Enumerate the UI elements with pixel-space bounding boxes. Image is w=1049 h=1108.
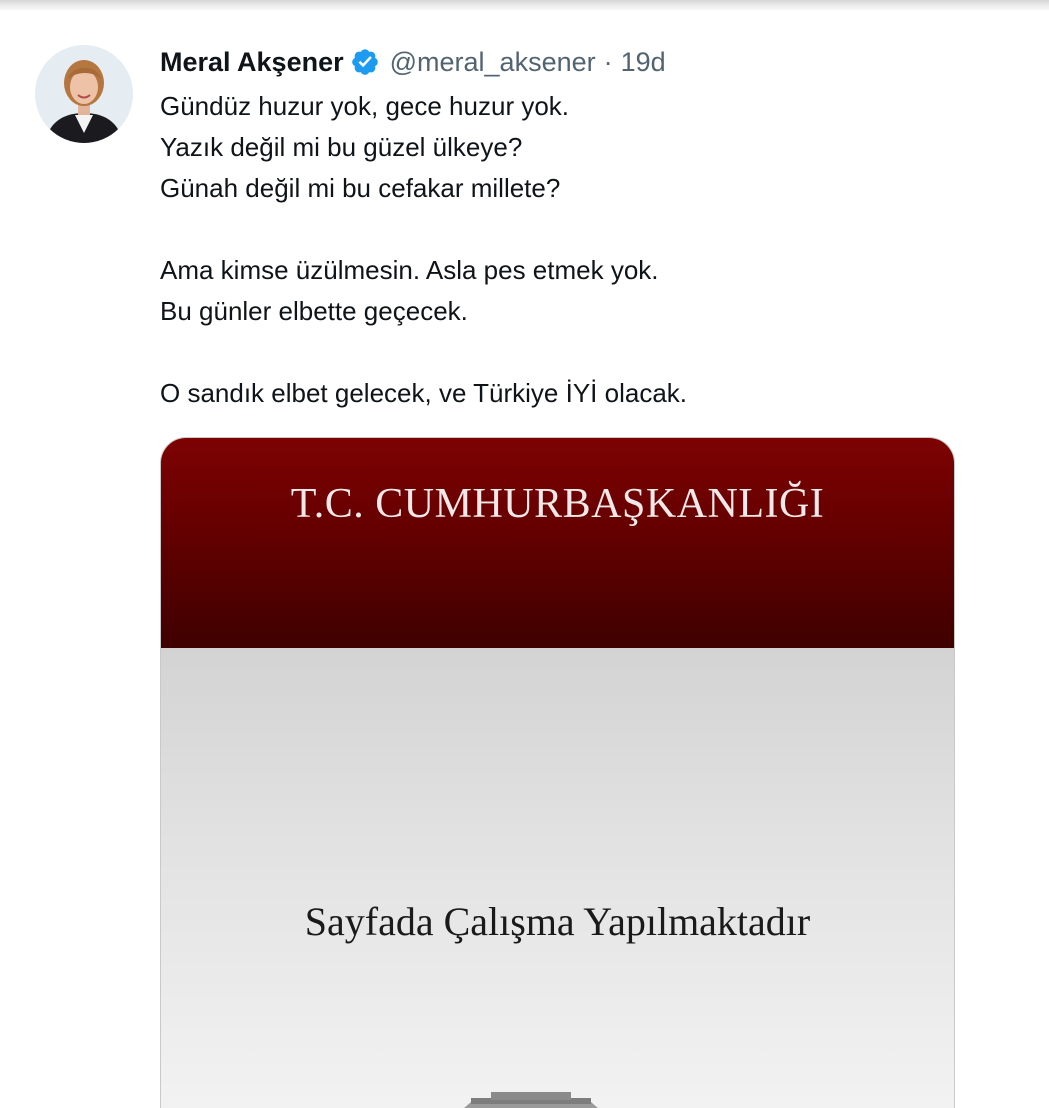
profile-photo	[35, 45, 133, 143]
tweet-line: Bu günler elbette geçecek.	[160, 296, 468, 326]
display-name[interactable]: Meral Akşener	[160, 47, 344, 78]
top-bar	[0, 0, 1049, 10]
media-body: Sayfada Çalışma Yapılmaktadır	[161, 648, 954, 1108]
separator-dot: ·	[603, 46, 613, 77]
building-roof-icon	[464, 1092, 598, 1108]
tweet-line: O sandık elbet gelecek, ve Türkiye İYİ o…	[160, 378, 688, 408]
media-header-banner: T.C. CUMHURBAŞKANLIĞI	[161, 438, 954, 648]
timestamp[interactable]: 19d	[621, 47, 666, 78]
media-message: Sayfada Çalışma Yapılmaktadır	[304, 899, 811, 944]
tweet-text: Gündüz huzur yok, gece huzur yok. Yazık …	[160, 86, 980, 414]
tweet-media-image[interactable]: T.C. CUMHURBAŞKANLIĞI Sayfada Çalışma Ya…	[160, 437, 955, 1108]
avatar[interactable]	[35, 45, 133, 143]
verified-badge-icon	[350, 47, 380, 77]
tweet-line: Ama kimse üzülmesin. Asla pes etmek yok.	[160, 255, 659, 285]
tweet-header: Meral Akşener @meral_aksener · 19d	[160, 42, 666, 82]
handle[interactable]: @meral_aksener	[390, 47, 596, 78]
tweet-line: Yazık değil mi bu güzel ülkeye?	[160, 132, 523, 162]
tweet-line: Günah değil mi bu cefakar millete?	[160, 173, 561, 203]
tweet[interactable]: Meral Akşener @meral_aksener · 19d Gündü…	[0, 10, 1049, 1108]
media-title: T.C. CUMHURBAŞKANLIĞI	[290, 481, 825, 527]
tweet-line: Gündüz huzur yok, gece huzur yok.	[160, 91, 570, 121]
